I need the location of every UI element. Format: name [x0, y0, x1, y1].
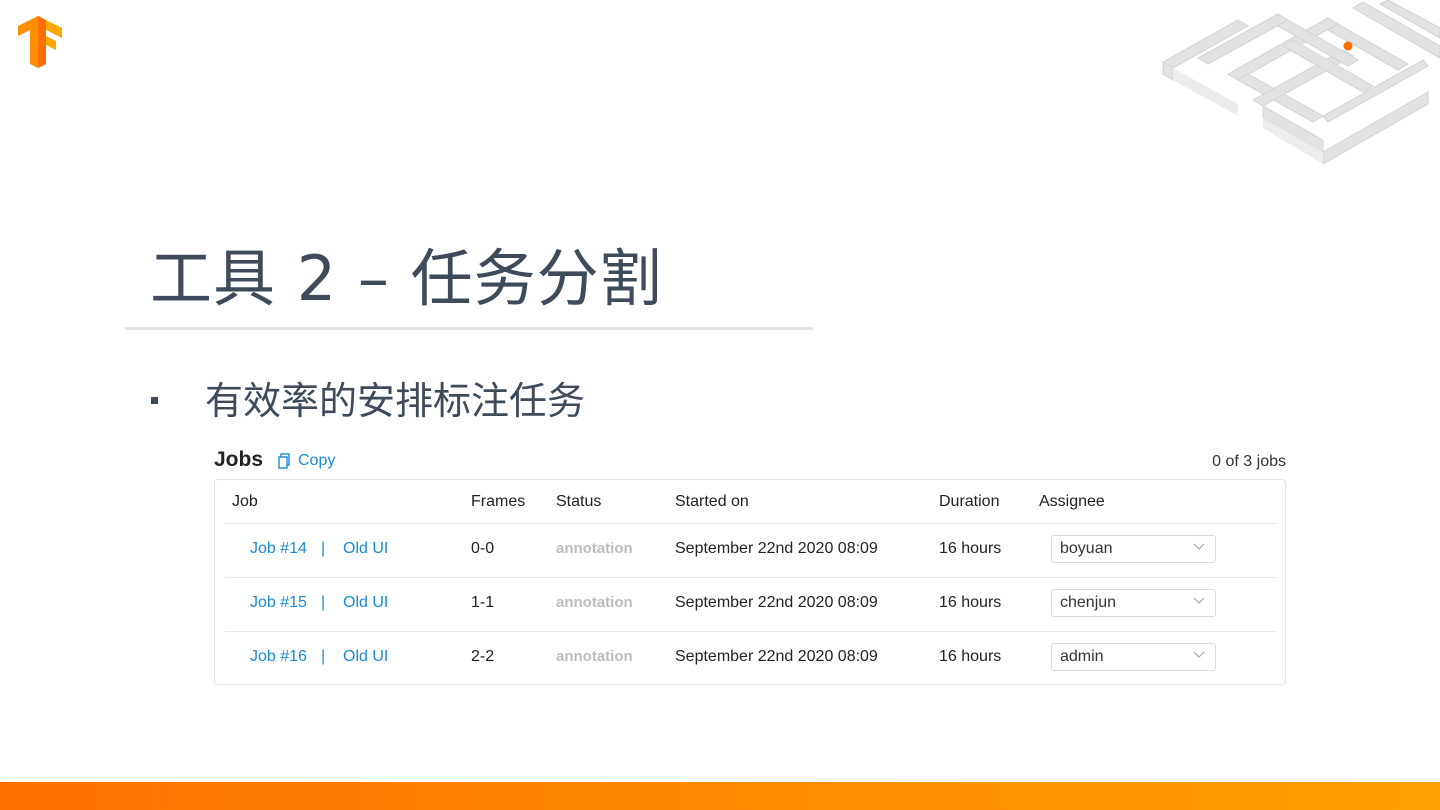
jobs-count: 0 of 3 jobs — [1212, 453, 1286, 470]
status-cell: annotation — [556, 540, 633, 557]
started-on-cell: September 22nd 2020 08:09 — [675, 594, 878, 611]
table-header: Job Frames Status Started on Duration As… — [225, 480, 1276, 524]
column-header-frames: Frames — [471, 493, 526, 510]
job-link[interactable]: Job #15 — [250, 594, 307, 612]
started-on-cell: September 22nd 2020 08:09 — [675, 540, 878, 557]
link-separator: | — [321, 594, 326, 611]
status-cell: annotation — [556, 648, 633, 665]
table-row: Job #15 | Old UI 1-1 annotation Septembe… — [225, 577, 1276, 632]
old-ui-link[interactable]: Old UI — [343, 594, 388, 612]
copy-icon — [278, 453, 290, 469]
duration-cell: 16 hours — [939, 540, 1002, 557]
assignee-value: boyuan — [1060, 540, 1113, 557]
column-header-duration: Duration — [939, 493, 1000, 510]
title-underline — [125, 327, 813, 330]
column-header-job: Job — [232, 493, 258, 510]
orange-dot — [1343, 41, 1353, 51]
assignee-value: admin — [1060, 648, 1104, 665]
job-link[interactable]: Job #16 — [250, 648, 307, 666]
old-ui-link[interactable]: Old UI — [343, 540, 388, 558]
copy-label: Copy — [298, 452, 336, 469]
chevron-down-icon — [1193, 651, 1205, 658]
link-separator: | — [321, 648, 326, 665]
bullet-icon — [151, 397, 158, 404]
column-header-started-on: Started on — [675, 493, 749, 510]
column-header-status: Status — [556, 493, 602, 510]
assignee-select[interactable]: admin — [1051, 643, 1216, 671]
chevron-down-icon — [1193, 543, 1205, 550]
maze-decoration — [1162, 0, 1440, 165]
link-separator: | — [321, 540, 326, 557]
frames-cell: 2-2 — [471, 648, 495, 665]
footer-accent-bar — [0, 782, 1440, 810]
jobs-table: Job Frames Status Started on Duration As… — [214, 479, 1286, 685]
job-link[interactable]: Job #14 — [250, 540, 307, 558]
started-on-cell: September 22nd 2020 08:09 — [675, 648, 878, 665]
tensorflow-logo — [18, 16, 62, 68]
status-cell: annotation — [556, 594, 633, 611]
old-ui-link[interactable]: Old UI — [343, 648, 388, 666]
jobs-header: Jobs Copy 0 of 3 jobs — [214, 448, 1286, 476]
slide-title: 工具 2 – 任务分割 — [150, 242, 663, 315]
frames-cell: 0-0 — [471, 540, 495, 557]
frames-cell: 1-1 — [471, 594, 495, 611]
copy-button[interactable]: Copy — [278, 452, 335, 470]
duration-cell: 16 hours — [939, 594, 1002, 611]
assignee-select[interactable]: boyuan — [1051, 535, 1216, 563]
duration-cell: 16 hours — [939, 648, 1002, 665]
column-header-assignee: Assignee — [1039, 493, 1105, 510]
table-row: Job #14 | Old UI 0-0 annotation Septembe… — [225, 523, 1276, 578]
table-row: Job #16 | Old UI 2-2 annotation Septembe… — [225, 631, 1276, 685]
chevron-down-icon — [1193, 597, 1205, 604]
bullet-text: 有效率的安排标注任务 — [205, 379, 586, 423]
assignee-select[interactable]: chenjun — [1051, 589, 1216, 617]
assignee-value: chenjun — [1060, 594, 1117, 611]
jobs-title: Jobs — [214, 448, 264, 471]
